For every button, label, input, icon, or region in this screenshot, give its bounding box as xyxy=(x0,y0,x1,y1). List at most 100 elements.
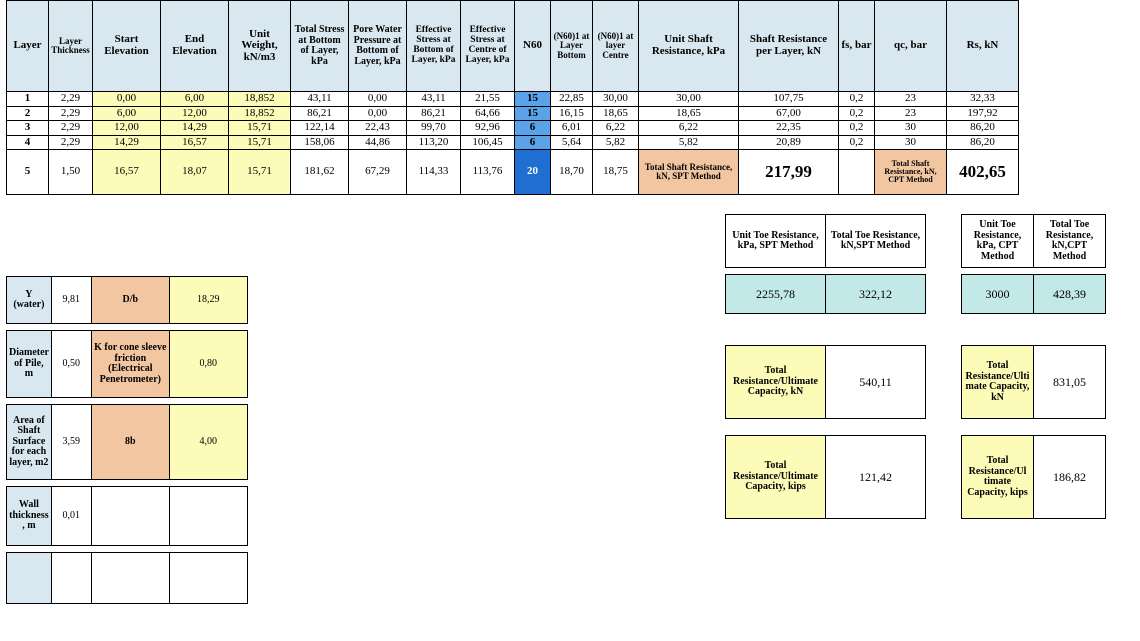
cell: 0,2 xyxy=(839,92,875,107)
cell[interactable]: 16,57 xyxy=(93,150,161,195)
hdr-pore: Pore Water Pressure at Bottom of Layer, … xyxy=(349,1,407,92)
label-empty xyxy=(7,553,52,604)
hdr-usr: Unit Shaft Resistance, kPa xyxy=(639,1,739,92)
cell[interactable]: 12,00 xyxy=(161,106,229,121)
cell: 43,11 xyxy=(291,92,349,107)
cell[interactable]: 14,29 xyxy=(93,135,161,150)
cell: 43,11 xyxy=(407,92,461,107)
value-k-cone: 0,80 xyxy=(169,331,247,398)
cell xyxy=(839,150,875,195)
cell[interactable]: 15 xyxy=(515,106,551,121)
cell: 30,00 xyxy=(639,92,739,107)
cell: 158,06 xyxy=(291,135,349,150)
cell: 16,15 xyxy=(551,106,593,121)
cell: 114,33 xyxy=(407,150,461,195)
value-y-water[interactable]: 9,81 xyxy=(51,277,91,324)
cell: 5,82 xyxy=(639,135,739,150)
cell: 64,66 xyxy=(461,106,515,121)
label-y-water: Y (water) xyxy=(7,277,52,324)
toe-header: Unit Toe Resistance, kPa, SPT Method Tot… xyxy=(726,215,1106,268)
cell[interactable]: 18,852 xyxy=(229,92,291,107)
cell[interactable]: 15,71 xyxy=(229,150,291,195)
cell[interactable]: 18,852 xyxy=(229,106,291,121)
cell[interactable]: 20 xyxy=(515,150,551,195)
hdr-effc: Effective Stress at Centre of Layer, kPa xyxy=(461,1,515,92)
table-row: 4 2,29 14,29 16,57 15,71 158,06 44,86 11… xyxy=(7,135,1019,150)
cell: 2,29 xyxy=(49,135,93,150)
cell: 113,20 xyxy=(407,135,461,150)
cell: 5 xyxy=(7,150,49,195)
label-total-res-kips-spt: Total Resistance/Ultimate Capacity, kips xyxy=(726,436,826,519)
cell: 99,70 xyxy=(407,121,461,136)
cell xyxy=(51,553,91,604)
cell[interactable]: 6,00 xyxy=(93,106,161,121)
table-row: 2 2,29 6,00 12,00 18,852 86,21 0,00 86,2… xyxy=(7,106,1019,121)
cell: 86,21 xyxy=(407,106,461,121)
label-total-shaft-spt: Total Shaft Resistance, kN, SPT Method xyxy=(639,150,739,195)
cell: 18,65 xyxy=(593,106,639,121)
cell: 18,75 xyxy=(593,150,639,195)
value-total-res-kips-cpt: 186,82 xyxy=(1034,436,1106,519)
cell[interactable]: 12,00 xyxy=(93,121,161,136)
value-unit-toe-spt: 2255,78 xyxy=(726,275,826,314)
value-area-shaft: 3,59 xyxy=(51,405,91,480)
cell[interactable]: 0,00 xyxy=(93,92,161,107)
cell: 2,29 xyxy=(49,106,93,121)
cell[interactable]: 6,00 xyxy=(161,92,229,107)
value-wall-thk[interactable]: 0,01 xyxy=(51,487,91,546)
cell: 30,00 xyxy=(593,92,639,107)
cell: 0,2 xyxy=(839,121,875,136)
cell: 6,22 xyxy=(593,121,639,136)
cell: 23 xyxy=(875,106,947,121)
cell: 86,20 xyxy=(947,135,1019,150)
cell: 106,45 xyxy=(461,135,515,150)
cell: 122,14 xyxy=(291,121,349,136)
cell: 18,70 xyxy=(551,150,593,195)
value-diameter[interactable]: 0,50 xyxy=(51,331,91,398)
cell: 18,65 xyxy=(639,106,739,121)
hdr-totstr: Total Stress at Bottom of Layer, kPa xyxy=(291,1,349,92)
cell: 3 xyxy=(7,121,49,136)
value-total-toe-spt: 322,12 xyxy=(826,275,926,314)
cell[interactable]: 6 xyxy=(515,135,551,150)
value-total-res-kips-spt: 121,42 xyxy=(826,436,926,519)
table-row: 1 2,29 0,00 6,00 18,852 43,11 0,00 43,11… xyxy=(7,92,1019,107)
value-total-toe-cpt: 428,39 xyxy=(1034,275,1106,314)
cell: 0,2 xyxy=(839,106,875,121)
cell: 4 xyxy=(7,135,49,150)
table-row: 3 2,29 12,00 14,29 15,71 122,14 22,43 99… xyxy=(7,121,1019,136)
label-total-res-kips-cpt: Total Resistance/Ul timate Capacity, kip… xyxy=(962,436,1034,519)
cell: 6,22 xyxy=(639,121,739,136)
cell: 22,85 xyxy=(551,92,593,107)
hdr-endel: End Elevation xyxy=(161,1,229,92)
hdr-qc: qc, bar xyxy=(875,1,947,92)
label-wall-thk: Wall thickness , m xyxy=(7,487,52,546)
cell: 23 xyxy=(875,92,947,107)
cell: 0,00 xyxy=(349,92,407,107)
cell[interactable]: 15 xyxy=(515,92,551,107)
cell[interactable]: 14,29 xyxy=(161,121,229,136)
hdr-layer: Layer xyxy=(7,1,49,92)
hdr-n60c: (N60)1 at layer Centre xyxy=(593,1,639,92)
hdr-fs: fs, bar xyxy=(839,1,875,92)
cell[interactable]: 15,71 xyxy=(229,135,291,150)
label-d-over-b: D/b xyxy=(91,277,169,324)
label-total-res-kn-spt: Total Resistance/Ultimate Capacity, kN xyxy=(726,346,826,419)
value-total-res-kn-spt: 540,11 xyxy=(826,346,926,419)
cell: 86,20 xyxy=(947,121,1019,136)
cell[interactable]: 18,07 xyxy=(161,150,229,195)
value-total-res-kn-cpt: 831,05 xyxy=(1034,346,1106,419)
cell: 22,43 xyxy=(349,121,407,136)
value-8b: 4,00 xyxy=(169,405,247,480)
cell: 92,96 xyxy=(461,121,515,136)
hdr-n60: N60 xyxy=(515,1,551,92)
cell[interactable]: 6 xyxy=(515,121,551,136)
cell: 30 xyxy=(875,135,947,150)
hdr-thk: Layer Thickness xyxy=(49,1,93,92)
cell: 181,62 xyxy=(291,150,349,195)
label-total-toe-spt: Total Toe Resistance, kN,SPT Method xyxy=(826,215,926,268)
cell: 32,33 xyxy=(947,92,1019,107)
cell[interactable]: 15,71 xyxy=(229,121,291,136)
table-header: Layer Layer Thickness Start Elevation En… xyxy=(7,1,1019,92)
cell[interactable]: 16,57 xyxy=(161,135,229,150)
